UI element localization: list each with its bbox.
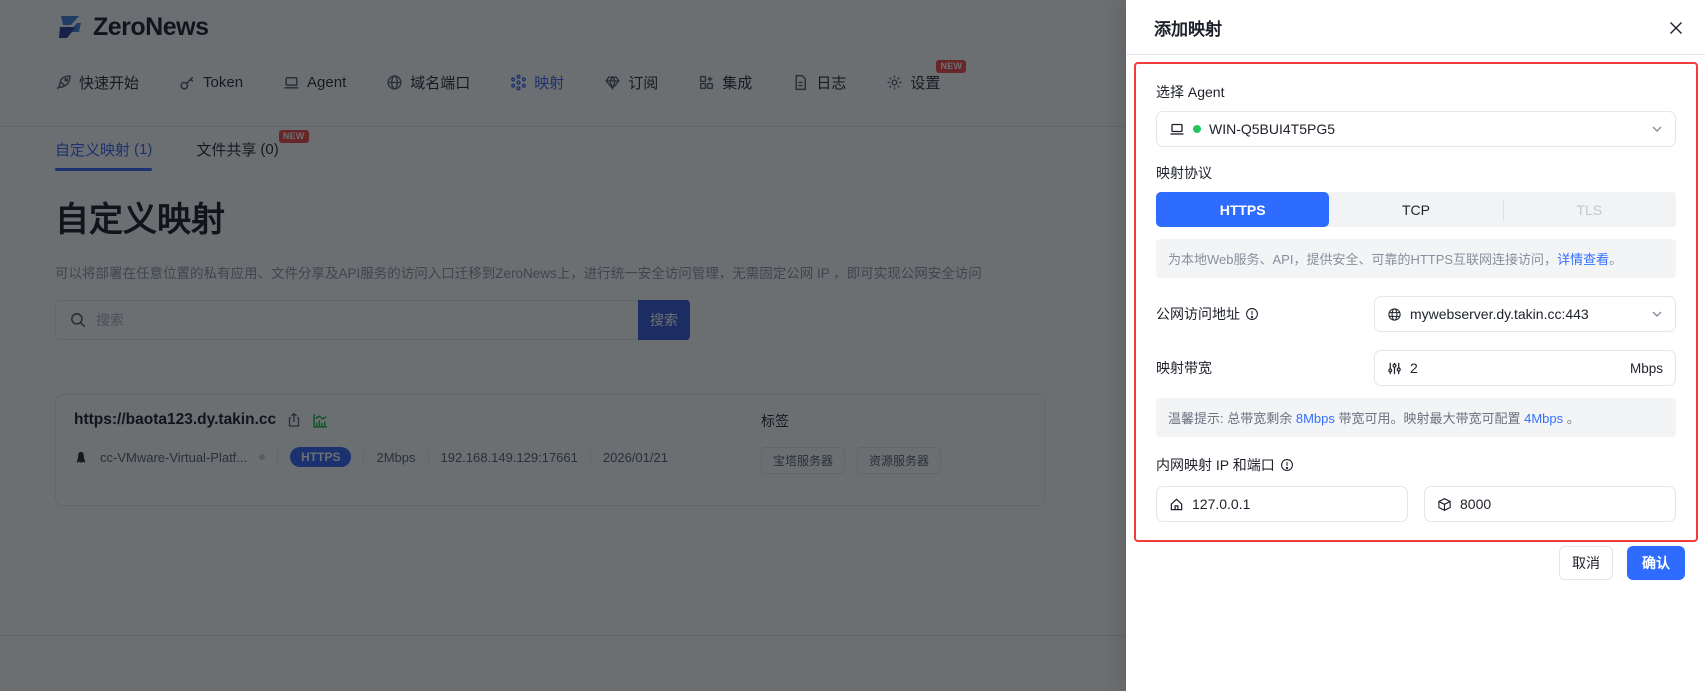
info-icon (1280, 459, 1293, 471)
agent-select[interactable]: WIN-Q5BUI4T5PG5 (1156, 111, 1676, 147)
laptop-icon (1170, 123, 1184, 135)
bandwidth-tip: 温馨提示: 总带宽剩余 8Mbps 带宽可用。映射最大带宽可配置 4Mbps 。 (1156, 398, 1676, 437)
close-button[interactable] (1665, 17, 1687, 39)
protocol-option-https[interactable]: HTTPS (1156, 192, 1330, 227)
screen: ZeroNews 快速开始 Token A (0, 0, 1705, 691)
drawer-title: 添加映射 (1154, 20, 1222, 39)
chevron-down-icon (1652, 126, 1662, 132)
protocol-segmented-control: HTTPS TCP TLS (1156, 192, 1676, 227)
cube-icon (1438, 497, 1451, 511)
internal-ip-input[interactable] (1192, 496, 1395, 512)
protocol-label: 映射协议 (1156, 165, 1212, 181)
cancel-button[interactable]: 取消 (1559, 546, 1613, 580)
form-highlight-box: 选择 Agent WIN-Q5BUI4T5PG5 映射协议 HTTPS TCP … (1134, 62, 1698, 542)
port-inputbox (1424, 486, 1676, 522)
internal-label: 内网映射 IP 和端口 (1156, 457, 1275, 473)
bandwidth-inputbox: Mbps (1374, 350, 1676, 386)
drawer-footer: 取消 确认 (1559, 546, 1685, 580)
public-address-select[interactable]: mywebserver.dy.takin.cc:443 (1374, 296, 1676, 332)
public-address-label: 公网访问地址 (1156, 306, 1240, 322)
protocol-hint: 为本地Web服务、API，提供安全、可靠的HTTPS互联网连接访问，详情查看。 (1156, 239, 1676, 278)
home-icon (1170, 498, 1183, 510)
close-icon (1670, 22, 1682, 34)
sliders-icon (1388, 362, 1401, 374)
agent-label: 选择 Agent (1156, 84, 1225, 100)
add-mapping-drawer: 添加映射 选择 Agent WIN-Q5BUI4T5PG5 映射协议 HTTPS… (1126, 0, 1705, 691)
bandwidth-unit: Mbps (1629, 360, 1663, 376)
bandwidth-row: 映射带宽 Mbps (1156, 350, 1676, 386)
www-globe-icon (1388, 307, 1401, 321)
public-address-row: 公网访问地址 mywebserver.dy.takin.cc:443 (1156, 296, 1676, 332)
confirm-button[interactable]: 确认 (1627, 546, 1685, 580)
drawer-divider (1126, 54, 1705, 55)
max-bandwidth: 4Mbps (1524, 411, 1564, 426)
info-icon (1246, 308, 1258, 320)
agent-select-value: WIN-Q5BUI4T5PG5 (1209, 121, 1336, 137)
bandwidth-input[interactable] (1410, 360, 1622, 376)
protocol-option-tcp[interactable]: TCP (1329, 192, 1502, 227)
agent-online-dot (1193, 125, 1201, 133)
internal-port-input[interactable] (1460, 496, 1663, 512)
remaining-bandwidth: 8Mbps (1295, 411, 1335, 426)
details-link[interactable]: 详情查看 (1557, 252, 1609, 267)
protocol-option-tls: TLS (1502, 192, 1676, 227)
public-address-value: mywebserver.dy.takin.cc:443 (1410, 306, 1589, 322)
ip-inputbox (1156, 486, 1408, 522)
internal-ip-port-row (1156, 486, 1676, 522)
bandwidth-label: 映射带宽 (1156, 360, 1212, 376)
chevron-down-icon (1652, 311, 1662, 317)
